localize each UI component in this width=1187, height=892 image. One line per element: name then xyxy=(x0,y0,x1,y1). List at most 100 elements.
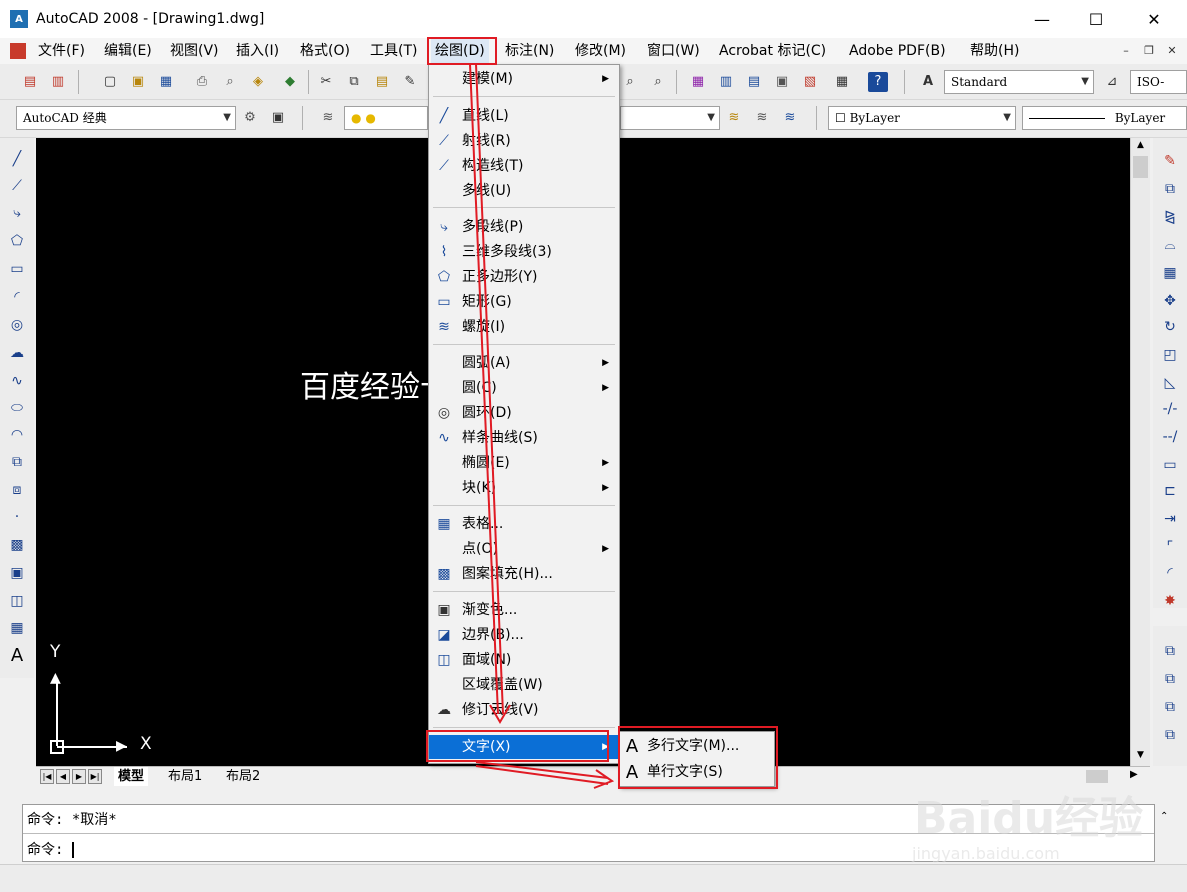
polyline-icon[interactable]: ⤷ xyxy=(6,202,28,224)
tab-next-icon[interactable]: ▶ xyxy=(72,769,86,784)
minimize-button[interactable]: — xyxy=(1019,0,1065,38)
save-icon[interactable]: ▦ xyxy=(156,72,176,92)
menu-adobe-pdf[interactable]: Adobe PDF(B) xyxy=(845,38,950,64)
draw-menu-item-gradient[interactable]: ▣ 渐变色... xyxy=(429,598,619,622)
mdi-close-icon[interactable]: ✕ xyxy=(1164,43,1180,59)
properties-icon[interactable]: ▦ xyxy=(688,72,708,92)
table-icon[interactable]: ▦ xyxy=(6,617,28,639)
arc-icon[interactable]: ◜ xyxy=(6,286,28,308)
tab-first-icon[interactable]: |◀ xyxy=(40,769,54,784)
tab-layout1[interactable]: 布局1 xyxy=(164,767,206,786)
print-icon[interactable]: ⎙ xyxy=(192,72,212,92)
rectangle-icon[interactable]: ▭ xyxy=(6,258,28,280)
dim-style-icon[interactable]: ⊿ xyxy=(1102,72,1122,92)
copy-object-icon[interactable]: ⧉ xyxy=(1159,178,1181,200)
doc-icon[interactable] xyxy=(10,43,26,59)
move-icon[interactable]: ✥ xyxy=(1159,290,1181,312)
draw-menu-item-spline[interactable]: ∿ 样条曲线(S) xyxy=(429,426,619,450)
draw-menu-item-donut[interactable]: ◎ 圆环(D) xyxy=(429,401,619,425)
zoom-window-icon[interactable]: ⌕ xyxy=(620,72,640,92)
send-to-back-icon[interactable]: ⧉ xyxy=(1159,668,1181,690)
draw-menu-item-point[interactable]: 点(O) ▶ xyxy=(429,537,619,561)
region-icon[interactable]: ◫ xyxy=(6,590,28,612)
tool-palettes-icon[interactable]: ▤ xyxy=(744,72,764,92)
mirror-icon[interactable]: ⧎ xyxy=(1159,206,1181,228)
menu-dimension[interactable]: 标注(N) xyxy=(501,38,558,64)
menu-format[interactable]: 格式(O) xyxy=(296,38,354,64)
menu-modify[interactable]: 修改(M) xyxy=(571,38,630,64)
markup-icon[interactable]: ▧ xyxy=(800,72,820,92)
stretch-icon[interactable]: ◺ xyxy=(1159,372,1181,394)
color-combo[interactable]: ☐ ByLayer ▼ xyxy=(828,106,1016,130)
make-current-icon[interactable]: ≋ xyxy=(724,108,744,128)
break-at-point-icon[interactable]: ▭ xyxy=(1159,454,1181,476)
vertical-scrollbar[interactable]: ▲ ▼ xyxy=(1130,138,1150,766)
break-icon[interactable]: ⊏ xyxy=(1159,480,1181,502)
calculator-icon[interactable]: ▦ xyxy=(832,72,852,92)
mdi-restore-icon[interactable]: ❐ xyxy=(1141,43,1157,59)
trim-icon[interactable]: -/- xyxy=(1159,398,1181,420)
draw-menu-item-multiline[interactable]: 多线(U) xyxy=(429,179,619,203)
mtext-icon[interactable]: A xyxy=(6,645,28,667)
text-style-combo[interactable]: Standard ▼ xyxy=(944,70,1094,94)
erase-icon[interactable]: ✎ xyxy=(1159,150,1181,172)
layer-combo-right[interactable]: ▼ xyxy=(620,106,720,130)
layer-states-icon[interactable]: ≋ xyxy=(780,108,800,128)
cmd-scroll-up-icon[interactable]: ⌃ xyxy=(1160,811,1168,822)
spline-icon[interactable]: ∿ xyxy=(6,370,28,392)
preview-icon[interactable]: ⌕ xyxy=(220,72,240,92)
maximize-button[interactable]: ☐ xyxy=(1073,0,1119,38)
rotate-icon[interactable]: ↻ xyxy=(1159,316,1181,338)
cut-icon[interactable]: ✂ xyxy=(316,72,336,92)
gradient-icon[interactable]: ▣ xyxy=(6,562,28,584)
point-icon[interactable]: · xyxy=(6,506,28,528)
polygon-icon[interactable]: ⬠ xyxy=(6,230,28,252)
match-properties-icon[interactable]: ✎ xyxy=(400,72,420,92)
menu-tools[interactable]: 工具(T) xyxy=(366,38,421,64)
chamfer-icon[interactable]: ⌜ xyxy=(1159,536,1181,558)
menu-help[interactable]: 帮助(H) xyxy=(966,38,1023,64)
scroll-up-icon[interactable]: ▲ xyxy=(1133,140,1148,152)
scroll-thumb[interactable] xyxy=(1133,156,1148,178)
make-block-icon[interactable]: ⧈ xyxy=(6,479,28,501)
open-icon[interactable]: ▣ xyxy=(128,72,148,92)
menu-window[interactable]: 窗口(W) xyxy=(643,38,704,64)
draw-menu-item-block[interactable]: 块(K) ▶ xyxy=(429,476,619,500)
ellipse-icon[interactable]: ⬭ xyxy=(6,397,28,419)
draw-menu-item-circle[interactable]: 圆(C) ▶ xyxy=(429,376,619,400)
workspace-combo[interactable]: AutoCAD 经典 ▼ xyxy=(16,106,236,130)
command-prompt[interactable]: 命令: xyxy=(27,839,74,859)
draw-menu-item-modeling[interactable]: 建模(M) ▶ xyxy=(429,67,619,91)
array-icon[interactable]: ▦ xyxy=(1159,262,1181,284)
menu-acrobat[interactable]: Acrobat 标记(C) xyxy=(715,38,830,64)
offset-icon[interactable]: ⌓ xyxy=(1159,234,1181,256)
draw-menu-item-table[interactable]: ▦ 表格... xyxy=(429,512,619,536)
scale-icon[interactable]: ◰ xyxy=(1159,344,1181,366)
hatch-icon[interactable]: ▩ xyxy=(6,534,28,556)
layer-combo[interactable]: ● ● xyxy=(344,106,428,130)
sheet-set-icon[interactable]: ▣ xyxy=(772,72,792,92)
draw-menu-item-helix[interactable]: ≋ 螺旋(I) xyxy=(429,315,619,339)
close-button[interactable]: ✕ xyxy=(1131,0,1177,38)
xline-icon[interactable]: ⟋ xyxy=(6,175,28,197)
draw-menu-item-arc[interactable]: 圆弧(A) ▶ xyxy=(429,351,619,375)
bring-above-icon[interactable]: ⧉ xyxy=(1159,696,1181,718)
pdf-settings-icon[interactable]: ▥ xyxy=(48,72,68,92)
insert-block-icon[interactable]: ⧉ xyxy=(6,451,28,473)
draw-menu-item-hatch[interactable]: ▩ 图案填充(H)... xyxy=(429,562,619,586)
draw-menu-item-wipeout[interactable]: 区域覆盖(W) xyxy=(429,673,619,697)
workspace-settings-icon[interactable]: ⚙ xyxy=(240,108,260,128)
send-under-icon[interactable]: ⧉ xyxy=(1159,724,1181,746)
line-icon[interactable]: ╱ xyxy=(6,148,28,170)
menu-insert[interactable]: 插入(I) xyxy=(232,38,283,64)
menu-view[interactable]: 视图(V) xyxy=(166,38,223,64)
design-center-icon[interactable]: ▥ xyxy=(716,72,736,92)
fillet-icon[interactable]: ◜ xyxy=(1159,562,1181,584)
ellipse-arc-icon[interactable]: ◠ xyxy=(6,424,28,446)
pdf-icon[interactable]: ▤ xyxy=(20,72,40,92)
layer-manager-icon[interactable]: ≋ xyxy=(318,108,338,128)
menu-edit[interactable]: 编辑(E) xyxy=(100,38,156,64)
menu-file[interactable]: 文件(F) xyxy=(34,38,89,64)
draw-menu-item-3d-polyline[interactable]: ⌇ 三维多段线(3) xyxy=(429,240,619,264)
tab-layout2[interactable]: 布局2 xyxy=(222,767,264,786)
